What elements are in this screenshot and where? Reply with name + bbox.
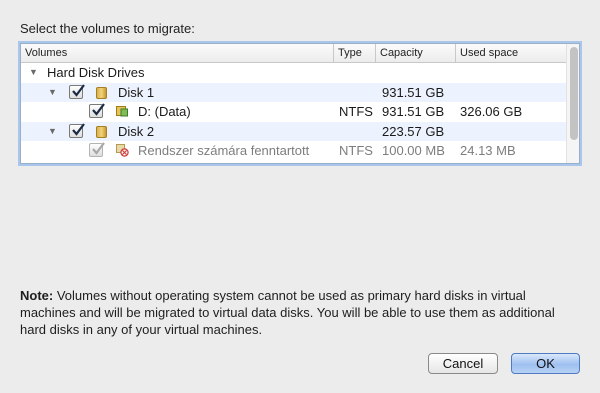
row-type: NTFS (339, 143, 373, 158)
scrollbar-thumb[interactable] (570, 47, 578, 140)
disclosure-triangle-icon[interactable]: ▼ (48, 126, 57, 136)
disclosure-triangle-icon[interactable]: ▼ (29, 67, 38, 77)
note-label: Note: (20, 288, 54, 303)
checkbox-checked-icon[interactable] (69, 122, 85, 138)
cancel-button[interactable]: Cancel (428, 353, 498, 374)
note-body: Volumes without operating system cannot … (20, 288, 555, 337)
disk-icon (96, 86, 107, 99)
row-capacity: 931.51 GB (382, 84, 445, 100)
checkbox-disabled-checked-icon (89, 142, 105, 157)
column-header: Volumes Type Capacity Used space (21, 44, 566, 63)
row-capacity: 931.51 GB (382, 104, 445, 119)
row-type: NTFS (339, 104, 373, 119)
row-used-space: 24.13 MB (460, 143, 516, 158)
volumes-tree[interactable]: Volumes Type Capacity Used space ▼ Hard … (20, 43, 580, 164)
prompt-label: Select the volumes to migrate: (20, 21, 195, 36)
system-volume-icon (116, 144, 129, 157)
row-capacity: 223.57 GB (382, 123, 445, 139)
disclosure-triangle-icon[interactable]: ▼ (48, 87, 57, 97)
column-used-space[interactable]: Used space (456, 44, 566, 62)
note-text: Note: Volumes without operating system c… (20, 287, 580, 338)
row-label: Disk 1 (118, 84, 155, 100)
disk-icon (96, 125, 107, 138)
ok-button[interactable]: OK (511, 353, 580, 374)
tree-row-system-reserved[interactable]: Rendszer számára fenntartott NTFS 100.00… (21, 141, 566, 161)
checkbox-checked-icon[interactable] (89, 103, 105, 118)
row-label: Disk 2 (118, 123, 155, 139)
checkbox-checked-icon[interactable] (69, 83, 85, 99)
tree-row-disk-2[interactable]: ▼ Disk 2 223.57 GB (21, 121, 566, 141)
row-used-space: 326.06 GB (460, 104, 523, 119)
tree-row-hard-disk-drives[interactable]: ▼ Hard Disk Drives (21, 63, 566, 83)
row-label: D: (Data) (138, 104, 191, 119)
vertical-scrollbar[interactable] (566, 44, 579, 163)
row-label: Hard Disk Drives (47, 65, 145, 80)
volume-icon (116, 105, 128, 117)
row-capacity: 100.00 MB (382, 143, 445, 158)
tree-row-volume-d[interactable]: D: (Data) NTFS 931.51 GB 326.06 GB (21, 102, 566, 122)
column-capacity[interactable]: Capacity (376, 44, 456, 62)
column-volumes[interactable]: Volumes (21, 44, 334, 62)
column-type[interactable]: Type (334, 44, 376, 62)
tree-row-disk-1[interactable]: ▼ Disk 1 931.51 GB (21, 82, 566, 102)
row-label: Rendszer számára fenntartott (138, 143, 310, 158)
